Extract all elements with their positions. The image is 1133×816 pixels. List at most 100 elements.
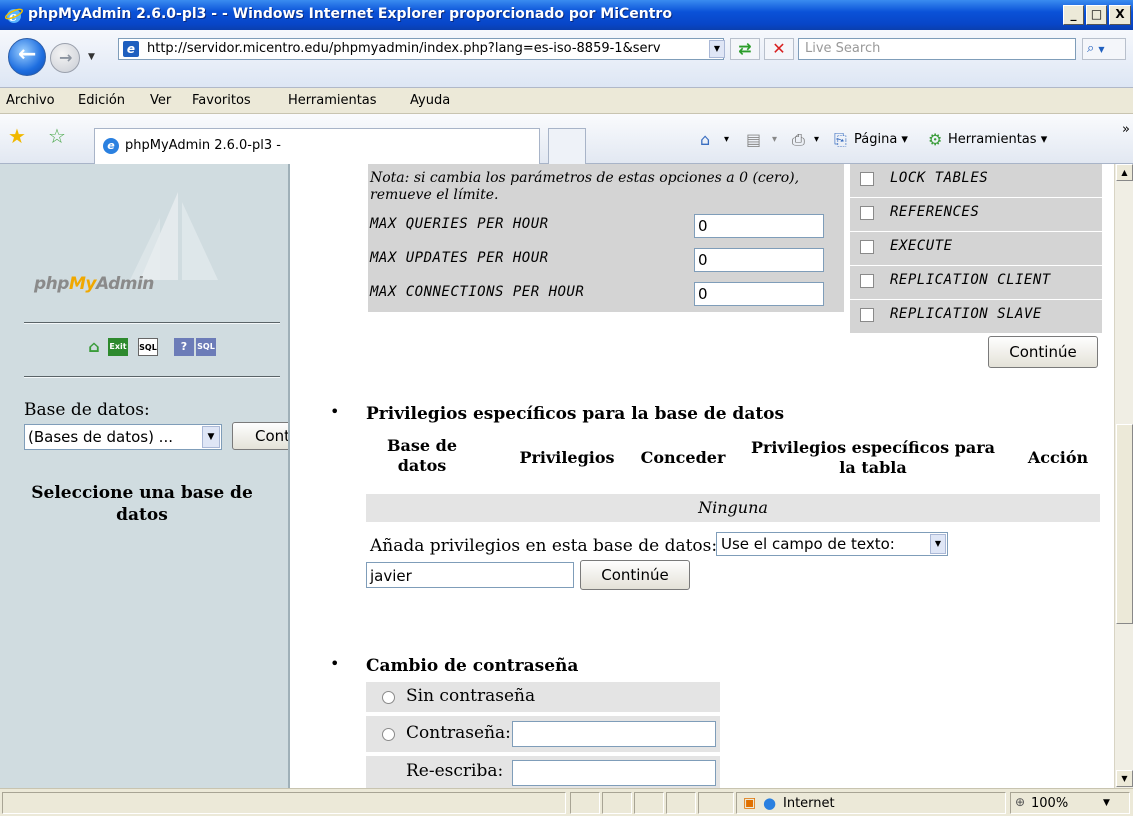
menu-favoritos[interactable]: Favoritos <box>192 93 251 108</box>
more-chevron-icon[interactable]: » <box>1122 122 1130 137</box>
favorites-star-icon[interactable]: ★ <box>8 124 26 148</box>
tools-menu[interactable]: Herramientas ▾ <box>948 132 1047 147</box>
privilege-row: REPLICATION CLIENT <box>850 266 1102 300</box>
home-icon[interactable]: ⌂ <box>700 130 710 149</box>
scroll-thumb[interactable] <box>1116 424 1133 624</box>
add-privileges-select[interactable]: Use el campo de texto: ▼ <box>716 532 948 556</box>
add-favorite-icon[interactable]: ☆ <box>48 124 66 148</box>
db-privileges-title: Privilegios específicos para la base de … <box>366 404 785 424</box>
tab-ie-icon: e <box>103 138 119 154</box>
feeds-icon[interactable]: ▤ <box>746 130 761 149</box>
password-radio[interactable] <box>382 728 395 741</box>
forward-button[interactable]: → <box>50 43 80 73</box>
menu-herramientas[interactable]: Herramientas <box>288 93 377 108</box>
retype-input[interactable] <box>512 760 716 786</box>
address-dropdown-icon[interactable]: ▼ <box>709 40 725 58</box>
max-connections-input[interactable]: 0 <box>694 282 824 306</box>
logo-my: My <box>68 274 97 294</box>
menu-bar: Archivo Edición Ver Favoritos Herramient… <box>0 88 1133 114</box>
menu-edicion[interactable]: Edición <box>78 93 125 108</box>
go-button[interactable]: Continúe <box>232 422 288 450</box>
refresh-button[interactable]: ⇄ <box>730 38 760 60</box>
search-input[interactable]: Live Search <box>798 38 1076 60</box>
replication-client-checkbox[interactable] <box>860 274 874 288</box>
address-url: http://servidor.micentro.edu/phpmyadmin/… <box>147 41 661 56</box>
feeds-dropdown-icon[interactable]: ▾ <box>772 134 777 145</box>
phpmyadmin-logo: phpMyAdmin <box>34 274 154 294</box>
sailboat-logo-icon <box>130 192 218 280</box>
address-input[interactable]: e http://servidor.micentro.edu/phpmyadmi… <box>118 38 724 60</box>
database-label: Base de datos: <box>24 400 150 420</box>
execute-checkbox[interactable] <box>860 240 874 254</box>
database-select[interactable]: (Bases de datos) ... ▼ <box>24 424 222 450</box>
no-password-radio[interactable] <box>382 691 395 704</box>
add-privileges-label: Añada privilegios en esta base de datos: <box>370 536 718 556</box>
logo-php: php <box>34 274 69 294</box>
select-database-message: Seleccione una base de datos <box>31 483 253 525</box>
password-input[interactable] <box>512 721 716 747</box>
scroll-up-icon[interactable]: ▲ <box>1116 164 1133 181</box>
password-change-title: Cambio de contraseña <box>366 656 579 676</box>
help-icon[interactable]: ? <box>174 338 194 356</box>
status-text <box>2 792 566 814</box>
page-ie-icon: e <box>123 41 139 57</box>
privileges-continue-button[interactable]: Continúe <box>988 336 1098 368</box>
close-button[interactable]: X <box>1109 5 1131 25</box>
maximize-button[interactable]: □ <box>1086 5 1107 25</box>
database-select-value: (Bases de datos) ... <box>28 428 173 446</box>
print-dropdown-icon[interactable]: ▾ <box>814 134 819 145</box>
privilege-label: REPLICATION SLAVE <box>890 306 1042 322</box>
sql-icon[interactable]: SQL <box>138 338 158 356</box>
menu-ver[interactable]: Ver <box>150 93 171 108</box>
vertical-scrollbar[interactable]: ▲ ▼ <box>1114 164 1133 788</box>
zoom-dropdown-icon: ▼ <box>1103 798 1110 808</box>
exit-icon[interactable]: Exit <box>108 338 128 356</box>
home-icon[interactable]: ⌂ <box>84 338 104 356</box>
logo-admin: Admin <box>95 274 154 294</box>
sql-doc-icon[interactable]: SQL <box>196 338 216 356</box>
password-label: Contraseña: <box>406 723 511 743</box>
replication-slave-checkbox[interactable] <box>860 308 874 322</box>
max-updates-label: MAX UPDATES PER HOUR <box>370 250 549 266</box>
header-table-privileges: Privilegios específicos para la tabla <box>750 438 996 477</box>
status-cell <box>602 792 632 814</box>
tools-menu-label: Herramientas <box>948 132 1037 147</box>
back-button[interactable]: ← <box>8 38 46 76</box>
home-dropdown-icon[interactable]: ▾ <box>724 134 729 145</box>
scroll-down-icon[interactable]: ▼ <box>1116 770 1133 787</box>
menu-ayuda[interactable]: Ayuda <box>410 93 450 108</box>
chevron-down-icon: ▼ <box>202 426 220 448</box>
zoom-icon: ⊕ <box>1015 795 1026 809</box>
page-menu-label: Página <box>854 132 898 147</box>
print-icon[interactable]: ⎙ <box>792 130 805 150</box>
tab-phpmyadmin[interactable]: e phpMyAdmin 2.6.0-pl3 - <box>94 128 540 164</box>
limits-note: Nota: si cambia los parámetros de estas … <box>370 170 800 203</box>
zoom-control[interactable]: ⊕ 100% ▼ <box>1010 792 1130 814</box>
minimize-button[interactable]: _ <box>1063 5 1084 25</box>
privilege-row: REFERENCES <box>850 198 1102 232</box>
lock-tables-checkbox[interactable] <box>860 172 874 186</box>
db-privileges-continue-button[interactable]: Continúe <box>580 560 690 590</box>
history-dropdown-icon[interactable]: ▼ <box>88 52 95 62</box>
header-grant: Conceder <box>640 448 726 467</box>
stop-button[interactable]: ✕ <box>764 38 794 60</box>
max-queries-input[interactable]: 0 <box>694 214 824 238</box>
new-tab-button[interactable] <box>548 128 586 164</box>
globe-icon: ● <box>763 794 777 812</box>
window-title: phpMyAdmin 2.6.0-pl3 - - Windows Interne… <box>28 6 672 22</box>
menu-archivo[interactable]: Archivo <box>6 93 55 108</box>
page-menu[interactable]: Página ▾ <box>854 132 908 147</box>
zoom-level: 100% <box>1031 796 1069 811</box>
retype-label: Re-escriba: <box>406 761 504 781</box>
navigation-frame: phpMyAdmin ⌂ Exit SQL ? SQL Base de dato… <box>0 164 290 788</box>
status-cell <box>698 792 734 814</box>
status-cell <box>570 792 600 814</box>
user-input[interactable]: javier <box>366 562 574 588</box>
header-privileges: Privilegios <box>519 448 615 467</box>
search-button[interactable]: ⌕ ▼ <box>1082 38 1126 60</box>
max-updates-input[interactable]: 0 <box>694 248 824 272</box>
references-checkbox[interactable] <box>860 206 874 220</box>
title-bar[interactable]: e phpMyAdmin 2.6.0-pl3 - - Windows Inter… <box>0 0 1133 30</box>
no-password-row: Sin contraseña <box>366 682 720 712</box>
forward-arrow-icon: → <box>59 48 73 67</box>
